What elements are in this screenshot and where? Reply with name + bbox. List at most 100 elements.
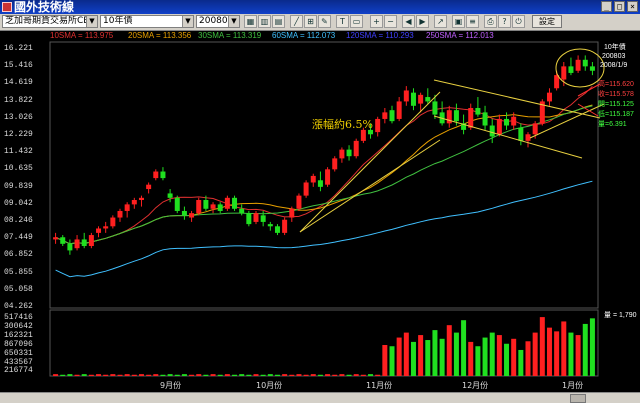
candle-body [196, 200, 202, 214]
candle-body [303, 182, 309, 196]
volume-bar [389, 346, 395, 376]
volume-bar [546, 327, 552, 376]
candle-body [518, 127, 524, 141]
candle-body [339, 149, 345, 159]
horizontal-scrollbar[interactable] [0, 392, 640, 403]
volume-bar [360, 374, 366, 376]
volume-bar [353, 374, 359, 376]
candle-body [511, 116, 517, 126]
candle-body [232, 197, 238, 209]
candle-body [382, 112, 388, 119]
candle-body [210, 204, 216, 209]
volume-bar [246, 374, 252, 376]
volume-bar [232, 374, 238, 376]
candle-body [489, 125, 495, 137]
candle-body [253, 213, 259, 222]
volume-bar [368, 374, 374, 376]
candle-body [296, 195, 302, 209]
volume-bar [375, 374, 381, 376]
ma-line-60 [55, 180, 593, 278]
candle-body [124, 204, 130, 211]
volume-bar [561, 321, 567, 376]
volume-bar [425, 340, 431, 376]
candle-body [203, 200, 209, 209]
candle-body [310, 175, 316, 183]
candle-body [525, 134, 531, 141]
volume-bar [382, 345, 388, 376]
candle-body [418, 94, 424, 104]
price-panel-frame [49, 41, 599, 309]
candle-body [189, 213, 195, 218]
candle-body [53, 237, 59, 240]
volume-bar [174, 374, 180, 376]
volume-bar [103, 374, 109, 376]
volume-bar [303, 374, 309, 376]
volume-bar [525, 341, 531, 376]
volume-bar [489, 332, 495, 376]
volume-bar [153, 374, 159, 376]
volume-bar [96, 374, 102, 376]
volume-bar [446, 325, 452, 376]
candle-body [532, 123, 538, 135]
volume-bar [475, 346, 481, 376]
volume-bar [117, 374, 123, 376]
candle-body [332, 158, 338, 170]
volume-bar [60, 374, 66, 376]
candle-body [475, 107, 481, 115]
volume-bar [325, 374, 331, 376]
candle-body [504, 118, 510, 126]
volume-bar [589, 318, 595, 376]
volume-bar [511, 338, 517, 376]
volume-bar [217, 374, 223, 376]
candle-body [282, 219, 288, 233]
candle-body [575, 59, 581, 71]
volume-bar [339, 374, 345, 376]
volume-bar [131, 374, 137, 376]
candle-body [346, 149, 352, 157]
candle-body [432, 101, 438, 115]
volume-bar [210, 374, 216, 376]
candle-body [246, 213, 252, 225]
candle-body [446, 110, 452, 124]
volume-bar [110, 374, 116, 376]
ohlc-value: 低=115.187 [598, 111, 634, 118]
volume-bar [310, 374, 316, 376]
candle-body [403, 90, 409, 102]
volume-bar [196, 374, 202, 376]
ohlc-value: 收=115.578 [598, 91, 634, 98]
trend-line [299, 91, 441, 233]
volume-bar [554, 331, 560, 376]
volume-bar [532, 332, 538, 376]
candle-body [317, 180, 323, 187]
gain-annotation: 漲幅約6.5% [312, 118, 373, 131]
candle-body [81, 239, 87, 247]
price-chart[interactable] [0, 0, 640, 392]
volume-bar [410, 341, 416, 376]
volume-bar [296, 374, 302, 376]
candle-body [582, 59, 588, 67]
candle-body [389, 110, 395, 122]
volume-bar [189, 374, 195, 376]
candle-body [396, 101, 402, 119]
candle-body [181, 210, 187, 216]
volume-bar [582, 323, 588, 376]
volume-readout: 量 = 1,790 [604, 312, 637, 319]
candle-body [589, 66, 595, 71]
info-date: 2008/1/9 [600, 62, 628, 69]
volume-bar [138, 374, 144, 376]
ma-line-10 [55, 85, 593, 245]
candle-body [153, 171, 159, 179]
candle-body [425, 97, 431, 102]
candle-body [496, 118, 502, 135]
volume-bar [239, 374, 245, 376]
volume-bar [146, 374, 152, 376]
candle-body [67, 243, 73, 251]
candle-body [453, 110, 459, 122]
info-month: 200803 [602, 53, 626, 60]
candle-body [289, 208, 295, 218]
candle-body [88, 235, 94, 247]
candle-body [110, 217, 116, 227]
volume-bar [575, 335, 581, 376]
candle-body [568, 66, 574, 73]
candle-body [239, 208, 245, 214]
